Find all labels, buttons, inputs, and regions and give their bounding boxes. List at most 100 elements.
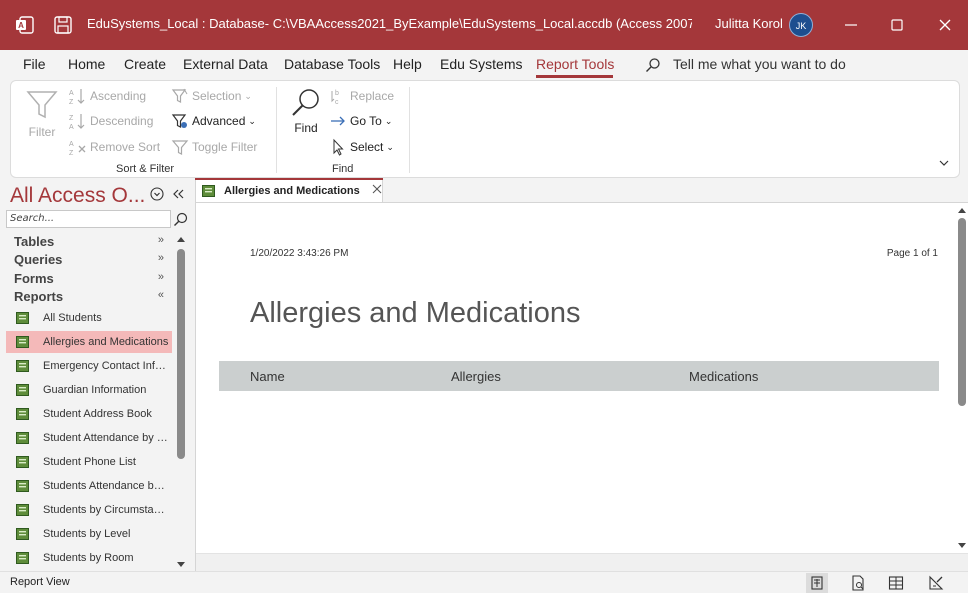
report-date: 1/20/2022 3:43:26 PM bbox=[250, 248, 349, 259]
double-chevron-down-icon: » bbox=[157, 234, 164, 246]
report-icon bbox=[16, 432, 29, 444]
remove-sort-button[interactable]: AZ Remove Sort bbox=[69, 138, 160, 156]
minimize-button[interactable] bbox=[838, 12, 864, 38]
nav-report-item[interactable]: All Students bbox=[6, 307, 172, 329]
navigation-pane: All Access O... Search... Tables » Querie… bbox=[0, 178, 193, 571]
nav-report-item[interactable]: Students by Circumstance bbox=[6, 499, 172, 521]
menu-home[interactable]: Home bbox=[68, 56, 105, 72]
report-icon bbox=[16, 384, 29, 396]
svg-text:Z: Z bbox=[69, 99, 74, 105]
toggle-filter-button[interactable]: Toggle Filter bbox=[171, 138, 257, 156]
nav-report-item[interactable]: Students by Level bbox=[6, 523, 172, 545]
nav-group-label: Tables bbox=[14, 234, 55, 249]
advanced-label: Advanced bbox=[192, 114, 246, 128]
print-preview-button[interactable] bbox=[847, 573, 869, 593]
nav-report-label: All Students bbox=[43, 312, 102, 324]
menu-edu-systems[interactable]: Edu Systems bbox=[440, 56, 522, 72]
shutter-bar-button[interactable] bbox=[172, 187, 184, 206]
nav-group-tables[interactable]: Tables » bbox=[14, 234, 164, 249]
tell-me-input[interactable]: Tell me what you want to do bbox=[673, 56, 846, 72]
nav-report-item[interactable]: Student Attendance by Date bbox=[6, 427, 172, 449]
go-to-button[interactable]: Go To ⌄ bbox=[329, 112, 392, 130]
nav-pane-title[interactable]: All Access O... bbox=[10, 184, 144, 208]
nav-report-item[interactable]: Students Attendance by Student bbox=[6, 475, 172, 497]
maximize-icon bbox=[891, 19, 903, 31]
nav-search-input[interactable]: Search... bbox=[6, 210, 171, 228]
chevron-down-icon bbox=[939, 160, 949, 166]
menu-database-tools[interactable]: Database Tools bbox=[284, 56, 380, 72]
report-vertical-scrollbar[interactable] bbox=[955, 203, 968, 553]
report-icon bbox=[16, 456, 29, 468]
select-button[interactable]: Select ⌄ bbox=[329, 138, 394, 156]
nav-report-label: Student Attendance by Date bbox=[43, 432, 169, 444]
remove-sort-icon: AZ bbox=[69, 141, 86, 156]
menu-help[interactable]: Help bbox=[393, 56, 422, 72]
report-icon bbox=[16, 480, 29, 492]
nav-report-item[interactable]: Allergies and Medications bbox=[6, 331, 172, 353]
report-icon bbox=[16, 408, 29, 420]
report-icon bbox=[16, 312, 29, 324]
menu-external-data[interactable]: External Data bbox=[183, 56, 268, 72]
report-horizontal-scrollbar[interactable] bbox=[196, 553, 968, 572]
filter-icon bbox=[26, 91, 58, 119]
svg-text:b: b bbox=[335, 90, 339, 97]
nav-report-item[interactable]: Guardian Information bbox=[6, 379, 172, 401]
nav-report-item[interactable]: Students by Room bbox=[6, 547, 172, 569]
maximize-button[interactable] bbox=[884, 12, 910, 38]
save-icon[interactable] bbox=[53, 15, 73, 35]
close-icon bbox=[372, 184, 382, 194]
nav-group-label: Forms bbox=[14, 271, 54, 286]
filter-button[interactable]: Filter bbox=[25, 89, 59, 139]
print-preview-icon bbox=[852, 575, 864, 591]
sort-filter-group-label: Sort & Filter bbox=[116, 163, 175, 175]
nav-group-queries[interactable]: Queries » bbox=[14, 252, 164, 267]
toggle-filter-label: Toggle Filter bbox=[192, 140, 258, 154]
report-view-area: 1/20/2022 3:43:26 PM Page 1 of 1 Allergi… bbox=[195, 202, 968, 572]
menu-report-tools[interactable]: Report Tools bbox=[536, 56, 614, 72]
selection-label: Selection bbox=[192, 89, 242, 103]
nav-report-label: Students by Circumstance bbox=[43, 504, 169, 516]
access-app-icon: A bbox=[15, 15, 35, 35]
layout-view-button[interactable] bbox=[885, 573, 907, 593]
close-window-button[interactable] bbox=[932, 12, 958, 38]
menu-create[interactable]: Create bbox=[124, 56, 166, 72]
nav-group-forms[interactable]: Forms » bbox=[14, 271, 164, 286]
column-header-band: Name Allergies Medications bbox=[219, 361, 939, 391]
ascending-button[interactable]: AZ Ascending bbox=[69, 87, 146, 105]
search-icon[interactable] bbox=[172, 210, 189, 228]
selection-button[interactable]: Selection ⌄ bbox=[171, 87, 252, 105]
report-icon bbox=[16, 552, 29, 564]
double-chevron-up-icon: « bbox=[157, 289, 164, 301]
replace-button[interactable]: bc Replace bbox=[329, 87, 394, 105]
close-tab-button[interactable] bbox=[372, 184, 382, 197]
page-number: Page 1 of 1 bbox=[886, 248, 938, 259]
avatar[interactable]: JK bbox=[789, 13, 813, 37]
find-label: Find bbox=[294, 121, 318, 135]
descending-button[interactable]: ZA Descending bbox=[69, 112, 153, 130]
double-chevron-down-icon: » bbox=[157, 271, 164, 283]
user-name[interactable]: Julitta Korol bbox=[715, 16, 783, 31]
collapse-ribbon-button[interactable] bbox=[938, 157, 950, 169]
replace-icon: bc bbox=[331, 90, 339, 105]
nav-report-item[interactable]: Student Phone List bbox=[6, 451, 172, 473]
advanced-button[interactable]: Advanced ⌄ bbox=[171, 112, 256, 130]
report-view-button[interactable] bbox=[806, 573, 828, 593]
sort-descending-icon: ZA bbox=[69, 114, 85, 130]
design-view-button[interactable] bbox=[925, 573, 947, 593]
menu-file[interactable]: File bbox=[23, 56, 46, 72]
svg-text:A: A bbox=[69, 141, 74, 148]
nav-group-reports[interactable]: Reports « bbox=[14, 289, 164, 304]
ascending-label: Ascending bbox=[90, 89, 147, 103]
nav-menu-button[interactable] bbox=[150, 187, 164, 206]
tab-allergies-and-medications[interactable]: Allergies and Medications bbox=[195, 178, 383, 202]
nav-report-item[interactable]: Emergency Contact Information bbox=[6, 355, 172, 377]
nav-report-item[interactable]: Student Address Book bbox=[6, 403, 172, 425]
double-chevron-left-icon bbox=[173, 189, 184, 199]
menu-bar: File Home Create External Data Database … bbox=[0, 50, 968, 80]
find-button[interactable]: Find bbox=[289, 87, 323, 135]
nav-scrollbar[interactable] bbox=[175, 236, 187, 571]
arrow-right-icon bbox=[331, 116, 345, 126]
design-view-icon bbox=[929, 575, 944, 590]
advanced-filter-icon bbox=[171, 114, 187, 128]
close-icon bbox=[939, 19, 951, 31]
